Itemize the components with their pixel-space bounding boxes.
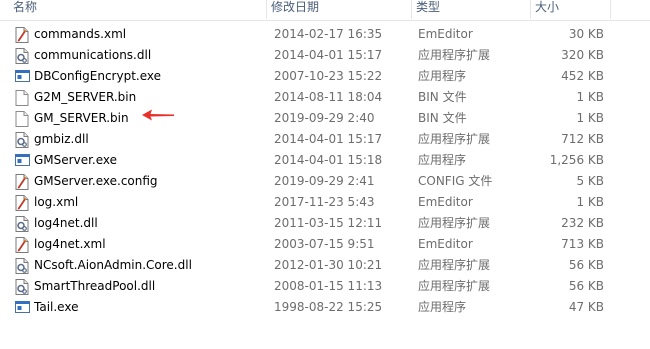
file-row[interactable]: Tail.exe 1998-08-22 15:25 应用程序 47 KB: [9, 297, 611, 318]
file-size: 56 KB: [568, 258, 604, 272]
column-header-bar: 名称 修改日期 类型 大小: [0, 0, 650, 21]
file-type: 应用程序: [418, 300, 467, 314]
file-size: 5 KB: [576, 174, 604, 188]
xml-file-icon: [15, 171, 31, 192]
xml-file-icon: [15, 234, 31, 255]
file-type: 应用程序: [418, 153, 467, 167]
file-size: 30 KB: [568, 27, 604, 41]
file-date-modified: 1998-08-22 15:25: [274, 300, 383, 314]
file-size: 713 KB: [561, 237, 604, 251]
file-size: 320 KB: [561, 48, 604, 62]
file-name: NCsoft.AionAdmin.Core.dll: [34, 258, 192, 272]
file-date-modified: 2003-07-15 9:51: [274, 237, 375, 251]
file-row[interactable]: GMServer.exe 2014-04-01 15:18 应用程序 1,256 KB: [9, 150, 611, 171]
file-size: 1,256 KB: [549, 153, 604, 167]
red-arrow-annotation: [142, 109, 174, 121]
xml-file-icon: [15, 192, 31, 213]
dll-file-icon: [15, 255, 31, 276]
file-type: 应用程序扩展: [418, 258, 491, 272]
file-row[interactable]: DBConfigEncrypt.exe 2007-10-23 15:22 应用程序 4…: [9, 66, 611, 87]
file-type: 应用程序扩展: [418, 279, 491, 293]
file-name: log4net.xml: [34, 237, 106, 251]
file-date-modified: 2007-10-23 15:22: [274, 69, 383, 83]
blank-file-icon: [15, 87, 31, 108]
file-row[interactable]: NCsoft.AionAdmin.Core.dll 2012-01-30 10:2…: [9, 255, 611, 276]
file-name: GMServer.exe.config: [34, 174, 158, 188]
column-header-type[interactable]: 类型: [412, 0, 531, 19]
dll-file-icon: [15, 276, 31, 297]
file-type: CONFIG 文件: [418, 174, 493, 188]
exe-file-icon: [15, 66, 31, 87]
file-name: log.xml: [34, 195, 79, 209]
file-size: 712 KB: [561, 132, 604, 146]
file-row[interactable]: log4net.xml 2003-07-15 9:51 EmEditor 713 KB: [9, 234, 611, 255]
blank-file-icon: [15, 108, 31, 129]
file-type: 应用程序扩展: [418, 216, 491, 230]
file-size: 452 KB: [561, 69, 604, 83]
file-type: EmEditor: [418, 27, 473, 41]
file-type: BIN 文件: [418, 111, 467, 125]
file-date-modified: 2014-08-11 18:04: [274, 90, 383, 104]
file-name: GMServer.exe: [34, 153, 118, 167]
file-size: 1 KB: [576, 195, 604, 209]
exe-file-icon: [15, 297, 31, 318]
file-name: gmbiz.dll: [34, 132, 89, 146]
file-row[interactable]: SmartThreadPool.dll 2008-01-15 11:13 应用程序扩…: [9, 276, 611, 297]
file-date-modified: 2012-01-30 10:21: [274, 258, 383, 272]
file-date-modified: 2008-01-15 11:13: [274, 279, 383, 293]
column-header-size[interactable]: 大小: [531, 0, 611, 19]
file-row[interactable]: commands.xml 2014-02-17 16:35 EmEditor 30 K…: [9, 24, 611, 45]
file-date-modified: 2017-11-23 5:43: [274, 195, 375, 209]
dll-file-icon: [15, 213, 31, 234]
file-date-modified: 2014-04-01 15:18: [274, 153, 383, 167]
exe-file-icon: [15, 150, 31, 171]
file-type: 应用程序: [418, 69, 467, 83]
file-name: Tail.exe: [34, 300, 79, 314]
dll-file-icon: [15, 129, 31, 150]
file-date-modified: 2014-04-01 15:17: [274, 132, 383, 146]
file-name: log4net.dll: [34, 216, 98, 230]
file-date-modified: 2019-09-29 2:40: [274, 111, 375, 125]
file-date-modified: 2014-04-01 15:17: [274, 48, 383, 62]
file-type: 应用程序扩展: [418, 132, 491, 146]
column-header-date-modified[interactable]: 修改日期: [267, 0, 412, 19]
file-row[interactable]: log.xml 2017-11-23 5:43 EmEditor 1 KB: [9, 192, 611, 213]
file-type: EmEditor: [418, 195, 473, 209]
file-row[interactable]: communications.dll 2014-04-01 15:17 应用程序扩展…: [9, 45, 611, 66]
file-size: 1 KB: [576, 90, 604, 104]
file-size: 56 KB: [568, 279, 604, 293]
column-header-name[interactable]: 名称: [9, 0, 267, 19]
file-explorer-list: 名称 修改日期 类型 大小 commands.xml 2014-02-17 16:…: [0, 0, 650, 349]
file-type: EmEditor: [418, 237, 473, 251]
file-type: 应用程序扩展: [418, 48, 491, 62]
file-size: 47 KB: [568, 300, 604, 314]
file-date-modified: 2019-09-29 2:41: [274, 174, 375, 188]
file-size: 1 KB: [576, 111, 604, 125]
file-row[interactable]: GM_SERVER.bin 2019-09-29 2:40 BIN 文件 1 KB: [9, 108, 611, 129]
file-type: BIN 文件: [418, 90, 467, 104]
file-row[interactable]: G2M_SERVER.bin 2014-08-11 18:04 BIN 文件 1 KB: [9, 87, 611, 108]
dll-file-icon: [15, 45, 31, 66]
file-row[interactable]: log4net.dll 2011-03-15 12:11 应用程序扩展 232 KB: [9, 213, 611, 234]
xml-file-icon: [15, 24, 31, 45]
file-name: DBConfigEncrypt.exe: [34, 69, 162, 83]
file-name: communications.dll: [34, 48, 152, 62]
file-name: commands.xml: [34, 27, 127, 41]
file-row[interactable]: gmbiz.dll 2014-04-01 15:17 应用程序扩展 712 KB: [9, 129, 611, 150]
file-name: SmartThreadPool.dll: [34, 279, 156, 293]
file-size: 232 KB: [561, 216, 604, 230]
file-date-modified: 2011-03-15 12:11: [274, 216, 383, 230]
file-row[interactable]: GMServer.exe.config 2019-09-29 2:41 CONFIG…: [9, 171, 611, 192]
file-name: G2M_SERVER.bin: [34, 90, 137, 104]
file-date-modified: 2014-02-17 16:35: [274, 27, 383, 41]
